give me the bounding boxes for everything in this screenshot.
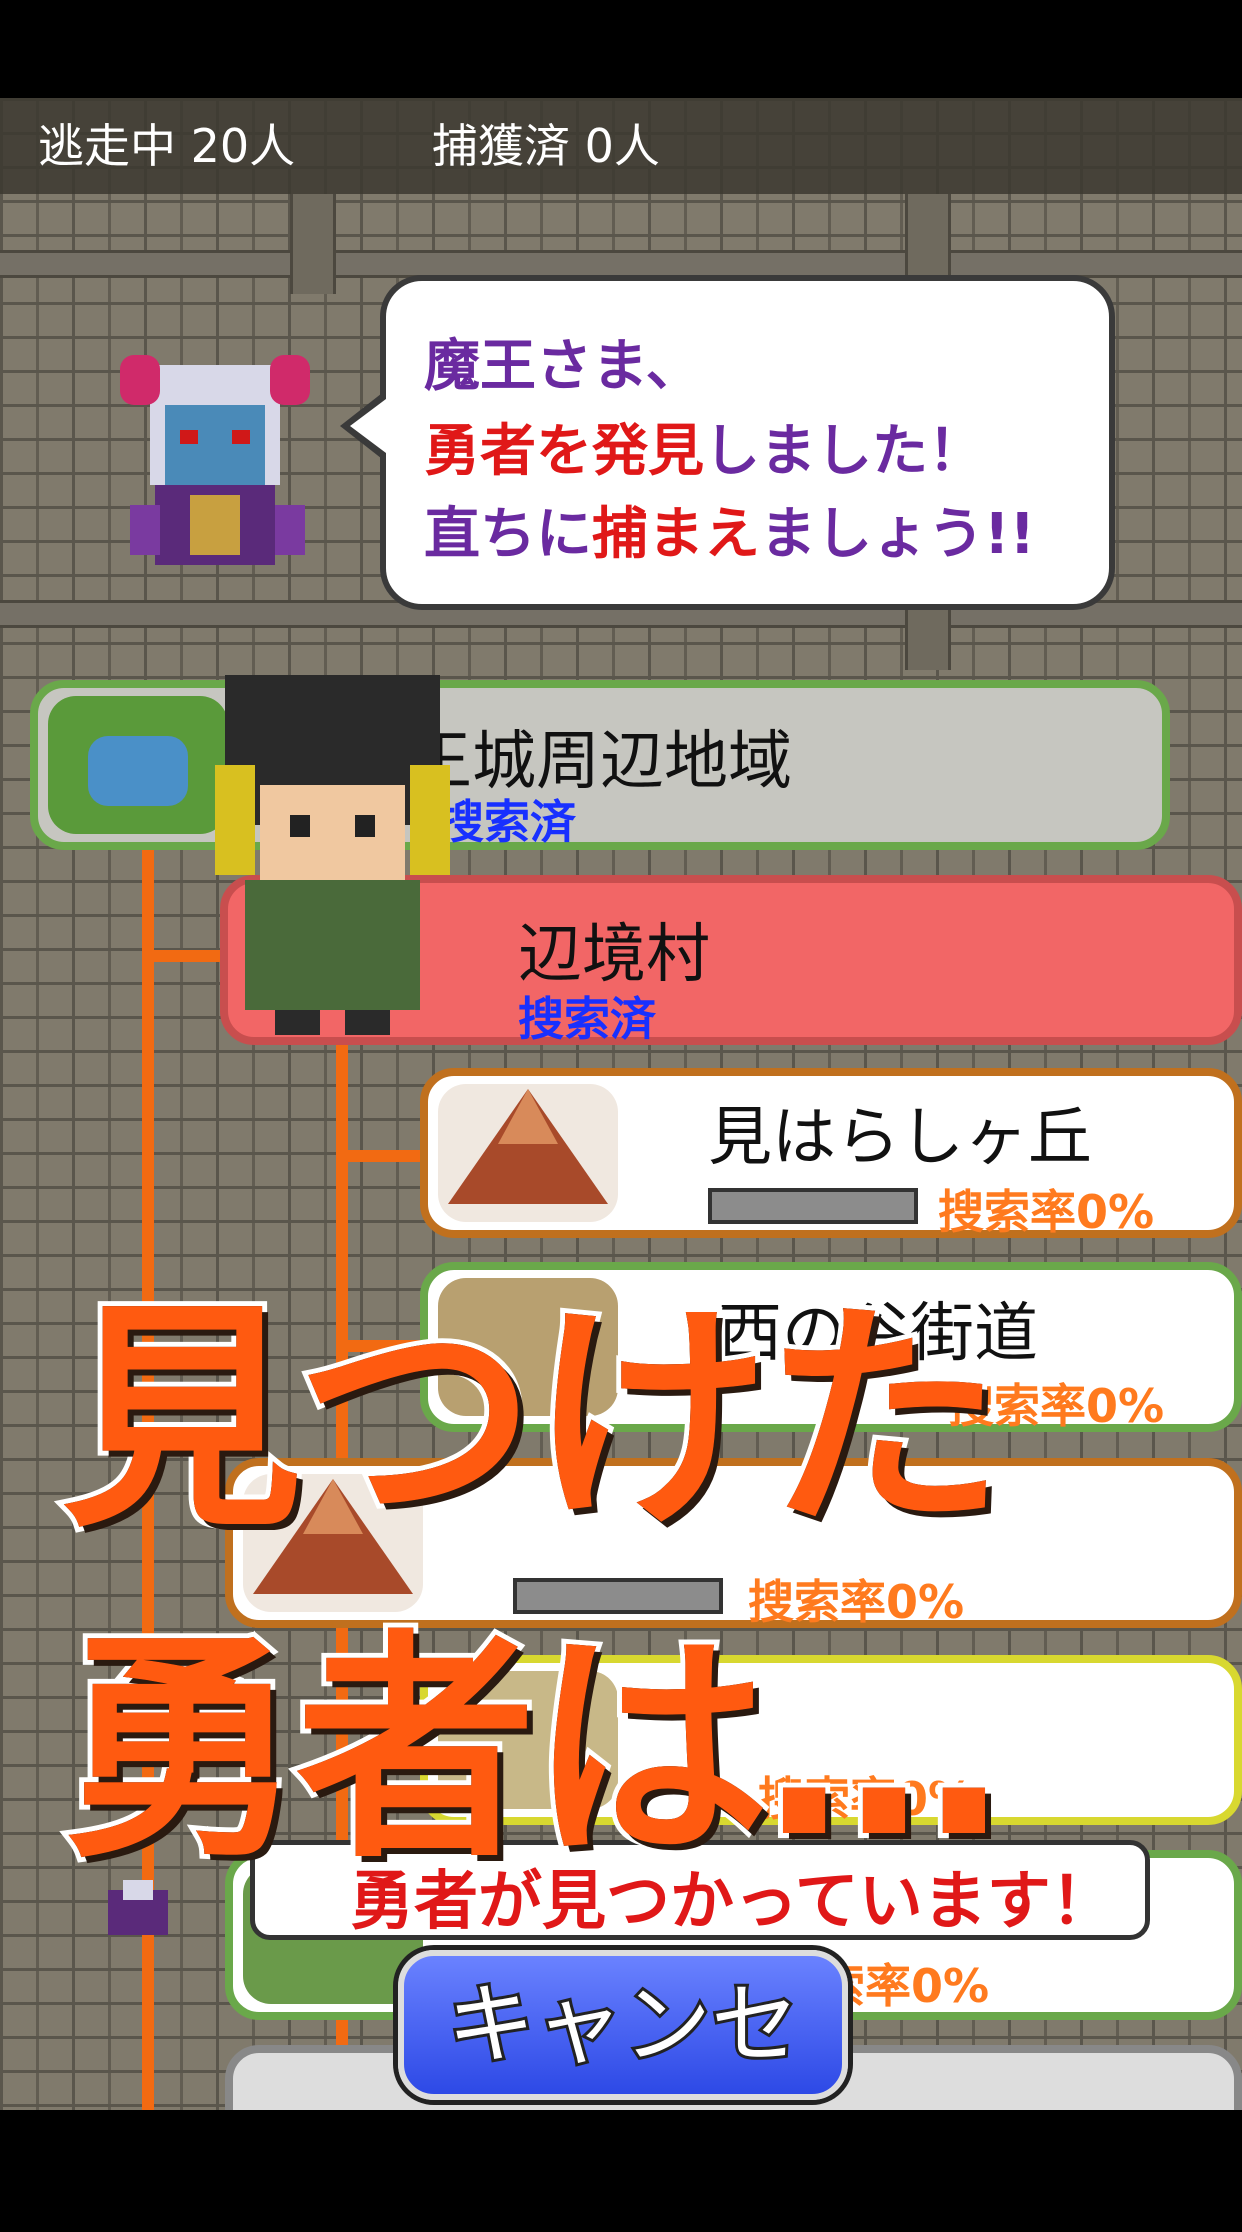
location-thumbnail bbox=[438, 1084, 618, 1222]
location-row[interactable]: 王城周辺地域 搜索済 bbox=[30, 680, 1170, 850]
speech-bubble: 魔王さま、 勇者を発見しました！ 直ちに捕まえましょう!! bbox=[380, 275, 1115, 610]
search-progress-bar bbox=[513, 1578, 723, 1614]
dialog-line-2: 勇者を発見しました！ bbox=[424, 419, 984, 484]
bottom-black-bar bbox=[0, 2110, 1242, 2208]
dialog-line-1: 魔王さま、 bbox=[424, 334, 702, 399]
captured-count: 捕獲済 0人 bbox=[432, 119, 660, 173]
hero-sprite bbox=[215, 675, 450, 1035]
search-progress-bar bbox=[708, 1188, 918, 1224]
caption-line-2: 勇者は… bbox=[57, 1610, 1009, 1890]
cancel-button[interactable]: キャンセル bbox=[398, 1950, 848, 2217]
dialog-line-3: 直ちに捕まえましょう!! bbox=[424, 502, 1036, 567]
location-name: 辺境村 bbox=[518, 918, 710, 992]
location-thumbnail bbox=[48, 696, 228, 834]
location-row[interactable]: 見はらしヶ丘 搜索率0% bbox=[420, 1068, 1242, 1239]
mountain-icon bbox=[448, 1089, 608, 1204]
fleeing-count: 逃走中 20人 bbox=[38, 119, 296, 173]
status-bar: 逃走中 20人 捕獲済 0人 bbox=[0, 98, 1242, 194]
wall-ledge bbox=[0, 250, 1242, 278]
location-status: 搜索率0% bbox=[938, 1185, 1155, 1239]
location-name: 見はらしヶ丘 bbox=[708, 1101, 1092, 1175]
wall-pillar bbox=[290, 194, 336, 294]
caption-line-1: 見つけた bbox=[57, 1280, 1009, 1560]
speech-bubble-tail-fill bbox=[350, 396, 390, 456]
top-black-bar bbox=[0, 0, 1242, 98]
demon-lord-portrait bbox=[120, 355, 310, 565]
location-status: 搜索済 bbox=[518, 992, 656, 1046]
wall-pillar bbox=[905, 600, 951, 670]
